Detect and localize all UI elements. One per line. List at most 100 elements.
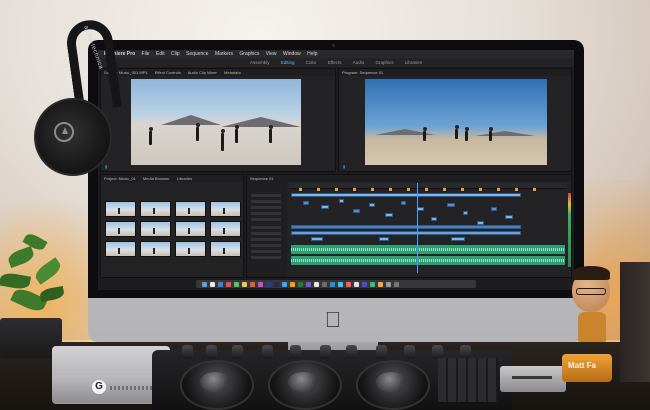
launchpad-icon[interactable] <box>210 281 215 287</box>
clip-thumbnail[interactable] <box>210 201 241 217</box>
tab-media-browser[interactable]: Media Browser <box>143 176 170 181</box>
clip-thumbnail[interactable] <box>175 201 206 217</box>
marker[interactable] <box>389 188 392 191</box>
track-header-a5[interactable] <box>251 250 281 253</box>
pages-icon[interactable] <box>378 281 383 287</box>
workspace-effects[interactable]: Effects <box>328 60 342 65</box>
davinci-icon[interactable] <box>346 281 351 287</box>
video-clip[interactable] <box>369 203 375 207</box>
clip-thumbnail[interactable] <box>140 221 171 237</box>
track-header-v2[interactable] <box>251 212 281 215</box>
marker[interactable] <box>515 188 518 191</box>
tab-effect-controls[interactable]: Effect Controls <box>155 70 181 75</box>
messages-icon[interactable] <box>234 281 239 287</box>
menu-sequence[interactable]: Sequence <box>186 51 209 57</box>
tab-metadata[interactable]: Metadata <box>224 70 241 75</box>
program-video-frame[interactable] <box>365 79 547 165</box>
video-clip[interactable] <box>451 237 465 241</box>
tab-audio-clip-mixer[interactable]: Audio Clip Mixer <box>188 70 217 75</box>
trash-icon[interactable] <box>394 281 399 287</box>
photoshop-icon[interactable] <box>282 281 287 287</box>
menu-edit[interactable]: Edit <box>156 51 165 57</box>
video-clip[interactable] <box>311 237 323 241</box>
marker[interactable] <box>335 188 338 191</box>
clip-thumbnail[interactable] <box>105 201 136 217</box>
tab-libraries[interactable]: Libraries <box>177 176 192 181</box>
track-header-v3[interactable] <box>251 206 281 209</box>
video-clip[interactable] <box>447 203 455 207</box>
clip-thumbnail[interactable] <box>210 241 241 257</box>
video-clip[interactable] <box>303 201 309 205</box>
marker[interactable] <box>371 188 374 191</box>
marker[interactable] <box>479 188 482 191</box>
video-clip[interactable] <box>505 215 513 219</box>
track-header-a4[interactable] <box>251 244 281 247</box>
video-clip[interactable] <box>417 207 424 211</box>
marker[interactable] <box>461 188 464 191</box>
menu-markers[interactable]: Markers <box>215 51 233 57</box>
marker[interactable] <box>425 188 428 191</box>
video-clip[interactable] <box>385 213 393 217</box>
track-header-a6[interactable] <box>251 256 281 259</box>
after-effects-icon[interactable] <box>274 281 279 287</box>
track-header-a3[interactable] <box>251 238 281 241</box>
photos-icon[interactable] <box>250 281 255 287</box>
tab-project[interactable]: Project: Music_01 <box>104 176 136 181</box>
video-clip[interactable] <box>463 211 468 215</box>
video-clip[interactable] <box>321 205 329 209</box>
video-clip[interactable] <box>339 199 344 203</box>
safari-icon[interactable] <box>218 281 223 287</box>
track-header-v4[interactable] <box>251 200 281 203</box>
notes-icon[interactable] <box>242 281 247 287</box>
timeline-playhead[interactable] <box>417 183 418 273</box>
video-clip[interactable] <box>401 201 406 205</box>
marker[interactable] <box>317 188 320 191</box>
video-clip[interactable] <box>379 237 389 241</box>
workspace-audio[interactable]: Audio <box>353 60 365 65</box>
tab-sequence[interactable]: Sequence 01 <box>250 176 274 181</box>
clip-thumbnail[interactable] <box>140 201 171 217</box>
video-clip[interactable] <box>291 225 521 229</box>
audio-clip[interactable] <box>291 245 565 254</box>
clip-thumbnail[interactable] <box>175 221 206 237</box>
chrome-icon[interactable] <box>226 281 231 287</box>
clip-thumbnail[interactable] <box>175 241 206 257</box>
menu-view[interactable]: View <box>266 51 277 57</box>
track-header-v1[interactable] <box>251 218 281 221</box>
track-header-a2[interactable] <box>251 232 281 235</box>
menu-window[interactable]: Window <box>283 51 301 57</box>
clip-thumbnail[interactable] <box>210 221 241 237</box>
video-clip[interactable] <box>491 207 497 211</box>
calendar-icon[interactable] <box>314 281 319 287</box>
menu-clip[interactable]: Clip <box>171 51 180 57</box>
marker[interactable] <box>443 188 446 191</box>
tab-program[interactable]: Program: Sequence 01 <box>342 70 383 75</box>
music-icon[interactable] <box>258 281 263 287</box>
workspace-libraries[interactable]: Libraries <box>405 60 422 65</box>
menu-help[interactable]: Help <box>307 51 317 57</box>
clip-thumbnail[interactable] <box>140 241 171 257</box>
video-clip[interactable] <box>353 209 360 213</box>
premiere-pro-icon[interactable] <box>266 281 271 287</box>
audio-clip[interactable] <box>291 256 565 265</box>
spotify-icon[interactable] <box>298 281 303 287</box>
app-store-icon[interactable] <box>330 281 335 287</box>
menu-file[interactable]: File <box>142 51 150 57</box>
facetime-icon[interactable] <box>370 281 375 287</box>
track-header-v5[interactable] <box>251 194 281 197</box>
marker[interactable] <box>299 188 302 191</box>
menu-graphics[interactable]: Graphics <box>239 51 259 57</box>
marker[interactable] <box>533 188 536 191</box>
settings-icon[interactable] <box>322 281 327 287</box>
finder-icon[interactable] <box>202 281 207 287</box>
illustrator-icon[interactable] <box>290 281 295 287</box>
track-header-a1[interactable] <box>251 226 281 229</box>
zoom-icon[interactable] <box>362 281 367 287</box>
workspace-color[interactable]: Color <box>306 60 317 65</box>
slack-icon[interactable] <box>306 281 311 287</box>
clip-thumbnail[interactable] <box>105 241 136 257</box>
clip-thumbnail[interactable] <box>105 221 136 237</box>
marker[interactable] <box>497 188 500 191</box>
workspace-editing[interactable]: Editing <box>281 60 295 65</box>
video-clip[interactable] <box>431 217 437 221</box>
